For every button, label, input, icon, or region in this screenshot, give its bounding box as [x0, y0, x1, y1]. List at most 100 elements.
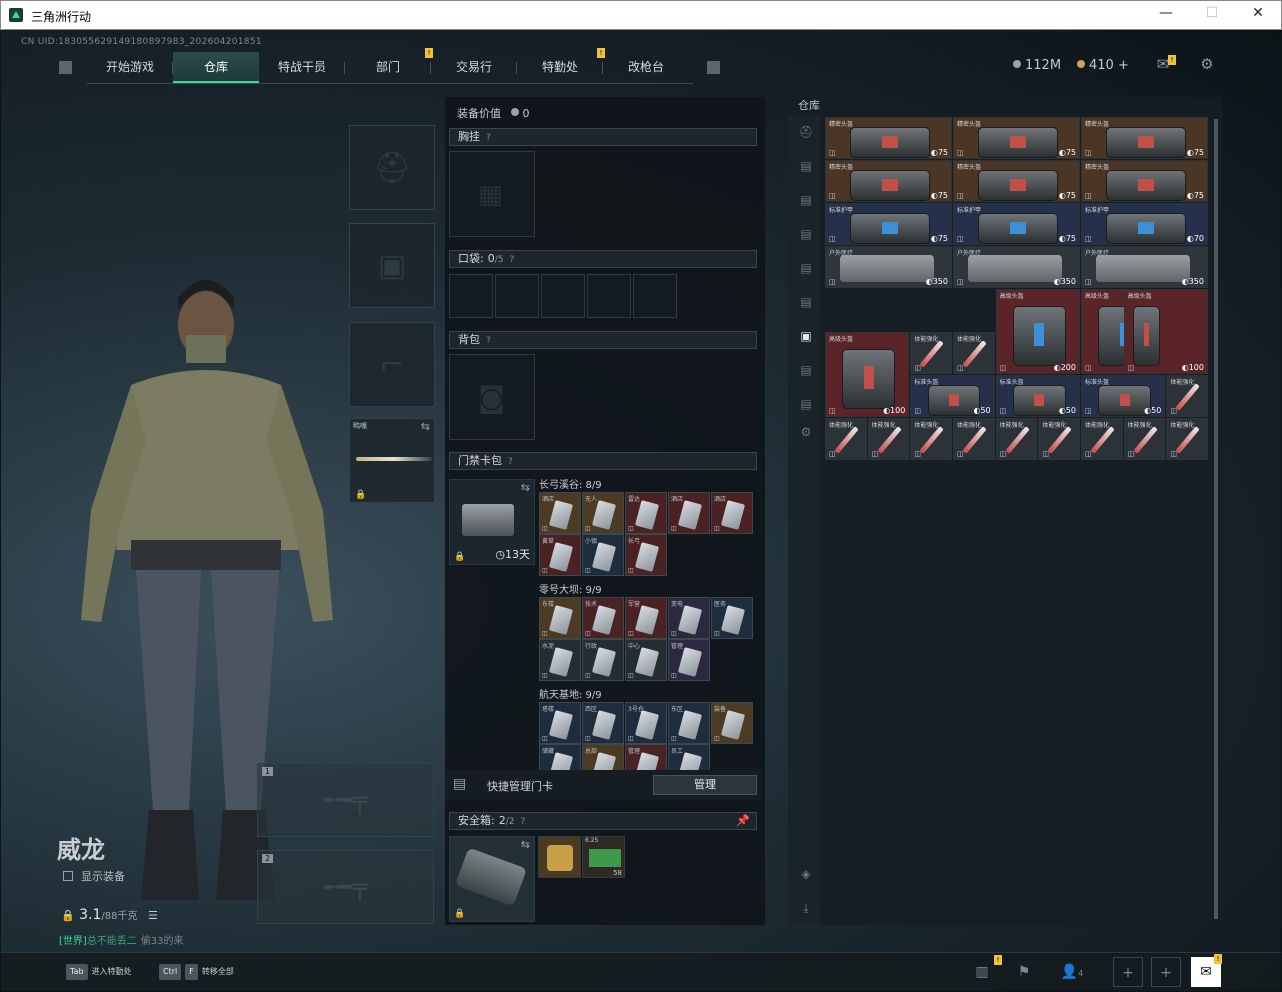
tab-operators[interactable]: 特战干员: [259, 52, 345, 83]
stash-tab-icon[interactable]: ▣: [792, 322, 820, 350]
list-icon[interactable]: ☰: [148, 909, 158, 922]
stash-item[interactable]: 体能强化 ◫: [1123, 418, 1166, 460]
stash-item[interactable]: 体能强化 ◫: [953, 332, 995, 374]
stash-item[interactable]: 体能强化 ◫: [825, 418, 867, 460]
stash-item[interactable]: 体能强化 ◫: [1081, 418, 1123, 460]
settings-gear-icon[interactable]: ⚙: [1198, 56, 1216, 72]
safebox-item[interactable]: 6.25 58: [582, 836, 625, 878]
close-button[interactable]: ✕: [1243, 5, 1273, 25]
stash-scrollbar[interactable]: [1214, 119, 1218, 919]
keycard-item[interactable]: 塔楼 ◫: [539, 702, 581, 744]
helmet-slot[interactable]: ⛑: [349, 125, 435, 210]
keycard-item[interactable]: 管理◫: [668, 639, 710, 681]
stash-item[interactable]: 户外医疗 ◫ ◐350: [1081, 246, 1208, 288]
stash-item[interactable]: 精密头盔 ◫ ◐75: [953, 160, 1080, 202]
keycard-item[interactable]: 中心 ◫: [625, 639, 667, 681]
stash-settings-icon[interactable]: ⚙: [792, 418, 820, 446]
keycard-item[interactable]: 小镇 ◫: [582, 534, 624, 576]
keycard-item[interactable]: 军营 ◫: [625, 597, 667, 639]
stash-item[interactable]: 体能强化 ◫: [953, 418, 995, 460]
safebox-item[interactable]: [538, 836, 581, 878]
add-friend-slot[interactable]: +: [1151, 957, 1181, 987]
primary-weapon-slot[interactable]: 1 ╾━╤: [257, 763, 434, 837]
tab-department[interactable]: 部门: [345, 52, 431, 83]
swap-icon[interactable]: ⇆: [521, 481, 530, 494]
pocket-slot[interactable]: [587, 274, 631, 318]
swap-icon[interactable]: ⇆: [421, 420, 430, 433]
keycard-item[interactable]: 医务 ◫: [711, 597, 753, 639]
stash-item[interactable]: 体能强化 ◫: [1166, 418, 1208, 460]
stash-item[interactable]: 标准护甲 ◫ ◐75: [825, 203, 952, 245]
keycard-item[interactable]: 酒店 ◫: [711, 492, 753, 534]
stash-tab-icon[interactable]: ▤: [792, 254, 820, 282]
keycard-item[interactable]: 变电 ◫: [668, 597, 710, 639]
keycard-case-slot[interactable]: ⇆ 🔒 ◷13天: [449, 479, 535, 565]
keycard-item[interactable]: 酒店 ◫: [539, 492, 581, 534]
stash-item[interactable]: 高级头盔 ◫ ◐100: [1123, 289, 1208, 374]
keycard-item[interactable]: 无人 ◫: [582, 492, 624, 534]
tab-start-game[interactable]: 开始游戏: [87, 52, 173, 83]
stash-tab-icon[interactable]: ▤: [792, 356, 820, 384]
nav-next-icon[interactable]: [707, 61, 720, 74]
maximize-button[interactable]: ☐: [1197, 5, 1227, 25]
stash-item[interactable]: 精密头盔 ◫ ◐75: [1081, 117, 1208, 159]
stash-item[interactable]: 高级头盔◫◐200: [995, 289, 1080, 374]
stats-icon[interactable]: ▥: [967, 957, 997, 987]
stash-item[interactable]: 标准头盔 ◫ ◐50: [1081, 375, 1166, 417]
secondary-weapon-slot[interactable]: 2 ╾━╤: [257, 850, 434, 924]
stash-item[interactable]: 精密头盔 ◫ ◐75: [953, 117, 1080, 159]
stash-item[interactable]: 体能强化 ◫: [910, 418, 952, 460]
stash-item[interactable]: 体能强化 ◫: [1166, 375, 1208, 417]
stash-item[interactable]: 户外医疗 ◫ ◐350: [953, 246, 1080, 288]
stash-item[interactable]: 高级头盔 ◫ ◐100: [825, 332, 910, 417]
special-ops-hotkey[interactable]: Tab 进入特勤处: [66, 964, 132, 980]
stash-item[interactable]: 精密头盔 ◫ ◐75: [825, 117, 952, 159]
coin-display[interactable]: 410 +: [1077, 58, 1129, 73]
stash-tab-icon[interactable]: ▤: [792, 390, 820, 418]
keycard-item[interactable]: 长弓 ◫: [625, 534, 667, 576]
stack-icon[interactable]: ◈: [792, 860, 820, 888]
stash-item[interactable]: 体能强化 ◫: [995, 418, 1038, 460]
transfer-all-hotkey[interactable]: Ctrl F 转移全部: [159, 964, 234, 980]
stash-tab-helmet-icon[interactable]: ⛑: [792, 118, 820, 146]
pocket-slot[interactable]: [449, 274, 493, 318]
stash-item[interactable]: 体能强化 ◫: [867, 418, 910, 460]
backpack-slot[interactable]: ◙: [449, 354, 535, 440]
add-friend-slot[interactable]: +: [1113, 957, 1143, 987]
show-equip-toggle[interactable]: 显示装备: [63, 868, 125, 884]
stash-item[interactable]: 体能强化 ◫: [910, 332, 952, 374]
pocket-slot[interactable]: [633, 274, 677, 318]
minimize-button[interactable]: —: [1151, 5, 1181, 25]
manage-button[interactable]: 管理: [653, 775, 757, 795]
keycard-item[interactable]: 装备 ◫: [711, 702, 753, 744]
armor-slot[interactable]: ▣: [349, 223, 435, 308]
stash-item[interactable]: 标准护甲 ◫ ◐75: [953, 203, 1080, 245]
keycard-item[interactable]: 技术 ◫: [582, 597, 624, 639]
stash-item[interactable]: 精密头盔 ◫ ◐75: [825, 160, 952, 202]
stash-item[interactable]: 户外医疗 ◫ ◐350: [825, 246, 952, 288]
pocket-slot[interactable]: [495, 274, 539, 318]
nav-prev-icon[interactable]: [59, 61, 72, 74]
pocket-slot[interactable]: [541, 274, 585, 318]
tab-gunsmith[interactable]: 改枪台: [603, 52, 689, 83]
keycard-item[interactable]: 西区 ◫: [582, 702, 624, 744]
checkbox[interactable]: [63, 871, 73, 881]
tab-special-ops[interactable]: 特勤处: [517, 52, 603, 83]
keycard-item[interactable]: 雷达 ◫: [625, 492, 667, 534]
friends-icon[interactable]: 👤4: [1057, 957, 1087, 987]
stash-item[interactable]: 标准护甲 ◫ ◐70: [1081, 203, 1208, 245]
stash-item[interactable]: 体能强化 ◫: [1038, 418, 1080, 460]
keycard-item[interactable]: 3号仓 ◫: [625, 702, 667, 744]
swap-icon[interactable]: ⇆: [521, 838, 530, 851]
stash-item[interactable]: 标准头盔 ◫ ◐50: [910, 375, 995, 417]
safebox-slot[interactable]: ⇆ 🔒: [449, 836, 535, 922]
sort-icon[interactable]: ⤓: [792, 894, 820, 922]
stash-item[interactable]: 标准头盔 ◫ ◐50: [995, 375, 1080, 417]
keycard-item[interactable]: 行政 ◫: [582, 639, 624, 681]
stash-tab-icon[interactable]: ▤: [792, 220, 820, 248]
tab-warehouse[interactable]: 仓库: [173, 52, 259, 83]
melee-slot[interactable]: 鸭嘴 ⇆ 🔒: [349, 418, 435, 503]
stash-tab-icon[interactable]: ▤: [792, 152, 820, 180]
flag-icon[interactable]: ⚑: [1009, 957, 1039, 987]
stash-item[interactable]: 精密头盔 ◫ ◐75: [1081, 160, 1208, 202]
